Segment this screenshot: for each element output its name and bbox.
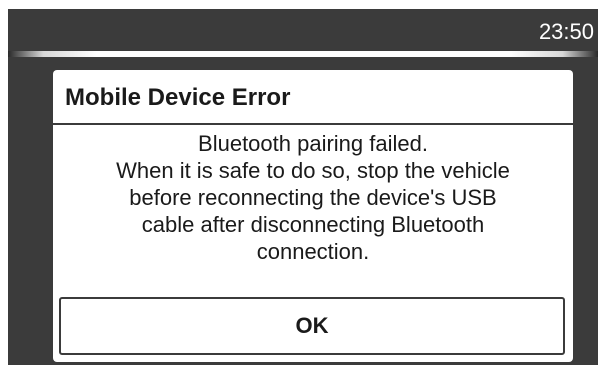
message-line: Bluetooth pairing failed. xyxy=(198,131,428,156)
title-divider xyxy=(53,123,573,125)
status-bar: 23:50 xyxy=(8,9,598,51)
ok-button-label: OK xyxy=(295,313,329,338)
error-dialog: Mobile Device Error Bluetooth pairing fa… xyxy=(53,70,573,362)
ok-button[interactable]: OK xyxy=(59,297,565,355)
status-divider xyxy=(8,51,598,57)
message-line: When it is safe to do so, stop the vehic… xyxy=(116,158,510,183)
message-line: before reconnecting the device's USB xyxy=(129,185,497,210)
dialog-message: Bluetooth pairing failed. When it is saf… xyxy=(53,130,573,265)
message-line: connection. xyxy=(256,239,370,264)
message-line: cable after disconnecting Bluetooth xyxy=(141,212,485,237)
dialog-title: Mobile Device Error xyxy=(65,84,291,111)
head-unit-screen: 23:50 Mobile Device Error Bluetooth pair… xyxy=(8,9,598,365)
clock: 23:50 xyxy=(538,19,594,44)
